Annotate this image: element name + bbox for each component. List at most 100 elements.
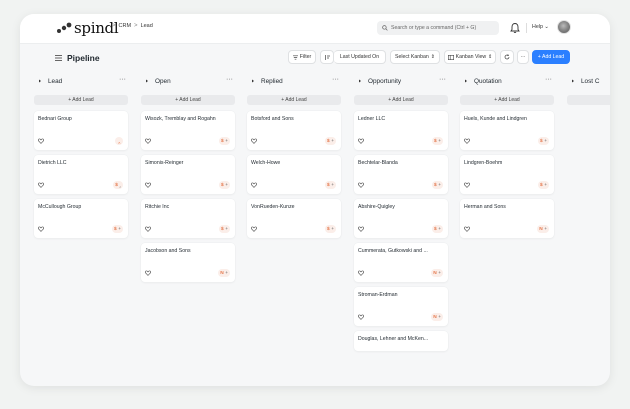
heart-icon[interactable]	[251, 226, 257, 232]
card-badge[interactable]: $ +	[538, 137, 549, 145]
card-badge[interactable]: $ +	[432, 181, 443, 189]
lead-card[interactable]: Lindgren-Boehm $ +	[460, 155, 554, 194]
avatar[interactable]	[557, 20, 571, 34]
kanban-column-lost: Lost C	[567, 74, 610, 105]
lead-card[interactable]: Ledner LLC $ +	[354, 111, 448, 150]
collapse-chevron-icon[interactable]	[38, 79, 42, 83]
column-header[interactable]: Lost C	[567, 74, 610, 88]
column-header[interactable]: Replied ···	[247, 74, 341, 88]
column-more-icon[interactable]: ···	[332, 76, 339, 83]
breadcrumb-crm[interactable]: CRM	[119, 23, 132, 29]
column-add-lead-button[interactable]: + Add Lead	[34, 95, 128, 105]
card-badge[interactable]: $ +	[219, 181, 230, 189]
collapse-chevron-icon[interactable]	[464, 79, 468, 83]
heart-icon[interactable]	[145, 226, 151, 232]
collapse-chevron-icon[interactable]	[251, 79, 255, 83]
badge-plus-icon: +	[225, 182, 228, 188]
heart-icon[interactable]	[358, 138, 364, 144]
search-bar[interactable]: Search or type a command (Ctrl + G)	[377, 21, 499, 35]
lead-card[interactable]: Bechtelar-Blanda $ +	[354, 155, 448, 194]
card-badge[interactable]: $ +	[219, 225, 230, 233]
column-more-icon[interactable]: ···	[119, 76, 126, 83]
column-add-lead-button[interactable]: + Add Lead	[141, 95, 235, 105]
sort-direction-button[interactable]	[320, 50, 334, 64]
heart-icon[interactable]	[145, 182, 151, 188]
card-badge[interactable]: $ +	[538, 181, 549, 189]
column-more-icon[interactable]: ···	[439, 76, 446, 83]
lead-card[interactable]: Botsford and Sons $ +	[247, 111, 341, 150]
kanban-column-lead: Lead ··· + Add Lead Bednari Group ‸ Diet…	[34, 74, 128, 243]
lead-card[interactable]: Jacobson and Sons N +	[141, 243, 235, 282]
card-badge[interactable]: ‸	[115, 137, 123, 145]
kanban-view-dropdown[interactable]: Kanban View ⇕	[444, 50, 496, 64]
lead-card[interactable]: Wisozk, Tremblay and Rogahn $ +	[141, 111, 235, 150]
heart-icon[interactable]	[38, 182, 44, 188]
column-header[interactable]: Quotation ···	[460, 74, 554, 88]
lead-card[interactable]: Bednari Group ‸	[34, 111, 128, 150]
more-options-button[interactable]: ···	[517, 50, 529, 64]
heart-icon[interactable]	[358, 270, 364, 276]
lead-card[interactable]: VonRueden-Kunze $ +	[247, 199, 341, 238]
column-header[interactable]: Opportunity ···	[354, 74, 448, 88]
heart-icon[interactable]	[145, 138, 151, 144]
bell-icon[interactable]	[510, 22, 520, 34]
sort-field-button[interactable]: Last Updated On	[334, 50, 386, 64]
heart-icon[interactable]	[464, 226, 470, 232]
filter-button[interactable]: Filter	[288, 50, 316, 64]
column-header[interactable]: Open ···	[141, 74, 235, 88]
lead-card[interactable]: Stroman-Erdman N +	[354, 287, 448, 326]
heart-icon[interactable]	[358, 182, 364, 188]
heart-icon[interactable]	[464, 138, 470, 144]
refresh-button[interactable]	[500, 50, 514, 64]
heart-icon[interactable]	[38, 226, 44, 232]
card-badge[interactable]: N +	[537, 225, 549, 233]
top-navbar: spindl > CRM > Lead Search or type a com…	[20, 14, 610, 44]
collapse-chevron-icon[interactable]	[358, 79, 362, 83]
card-badge[interactable]: N +	[431, 313, 443, 321]
badge-plus-icon: +	[438, 314, 441, 320]
lead-card[interactable]: Simonis-Reinger $ +	[141, 155, 235, 194]
logo[interactable]: spindl	[56, 18, 119, 38]
column-more-icon[interactable]: ···	[545, 76, 552, 83]
heart-icon[interactable]	[251, 138, 257, 144]
collapse-chevron-icon[interactable]	[145, 79, 149, 83]
breadcrumb-lead[interactable]: Lead	[141, 23, 153, 29]
card-badge[interactable]: $ +	[432, 137, 443, 145]
heart-icon[interactable]	[464, 182, 470, 188]
column-add-lead-button[interactable]	[567, 95, 610, 105]
lead-card[interactable]: Ritchie Inc $ +	[141, 199, 235, 238]
lead-card[interactable]: McCullough Group $ +	[34, 199, 128, 238]
heart-icon[interactable]	[145, 270, 151, 276]
lead-card[interactable]: Welch-Howe $ +	[247, 155, 341, 194]
card-badge[interactable]: $ +	[219, 137, 230, 145]
card-badge[interactable]: $ +	[112, 225, 123, 233]
column-more-icon[interactable]: ···	[226, 76, 233, 83]
lead-card[interactable]: Herman and Sons N +	[460, 199, 554, 238]
card-badge[interactable]: $ +	[325, 181, 336, 189]
column-header[interactable]: Lead ···	[34, 74, 128, 88]
select-kanban-dropdown[interactable]: Select Kanban ⇕	[390, 50, 440, 64]
collapse-chevron-icon[interactable]	[571, 79, 575, 83]
column-add-lead-button[interactable]: + Add Lead	[354, 95, 448, 105]
lead-card[interactable]: Abshire-Quigley $ +	[354, 199, 448, 238]
heart-icon[interactable]	[358, 314, 364, 320]
lead-card[interactable]: Huels, Kunde and Lindgren $ +	[460, 111, 554, 150]
lead-card[interactable]: Cummerata, Gutkowski and ... N +	[354, 243, 448, 282]
card-badge[interactable]: N +	[431, 269, 443, 277]
add-lead-button[interactable]: + Add Lead	[532, 50, 570, 64]
chevron-updown-icon: ⇕	[488, 54, 493, 60]
lead-card[interactable]: Dietrich LLC $ ‸	[34, 155, 128, 194]
column-add-lead-button[interactable]: + Add Lead	[247, 95, 341, 105]
column-add-lead-button[interactable]: + Add Lead	[460, 95, 554, 105]
help-menu[interactable]: Help ⌄	[532, 24, 549, 30]
lead-card[interactable]: Douglas, Lehner and McKen...	[354, 331, 448, 351]
card-badge[interactable]: N +	[218, 269, 230, 277]
heart-icon[interactable]	[251, 182, 257, 188]
card-badge[interactable]: $ +	[432, 225, 443, 233]
card-badge[interactable]: $ ‸	[113, 181, 123, 189]
heart-icon[interactable]	[38, 138, 44, 144]
card-badge[interactable]: $ +	[325, 137, 336, 145]
search-placeholder: Search or type a command (Ctrl + G)	[391, 25, 477, 31]
card-badge[interactable]: $ +	[325, 225, 336, 233]
heart-icon[interactable]	[358, 226, 364, 232]
